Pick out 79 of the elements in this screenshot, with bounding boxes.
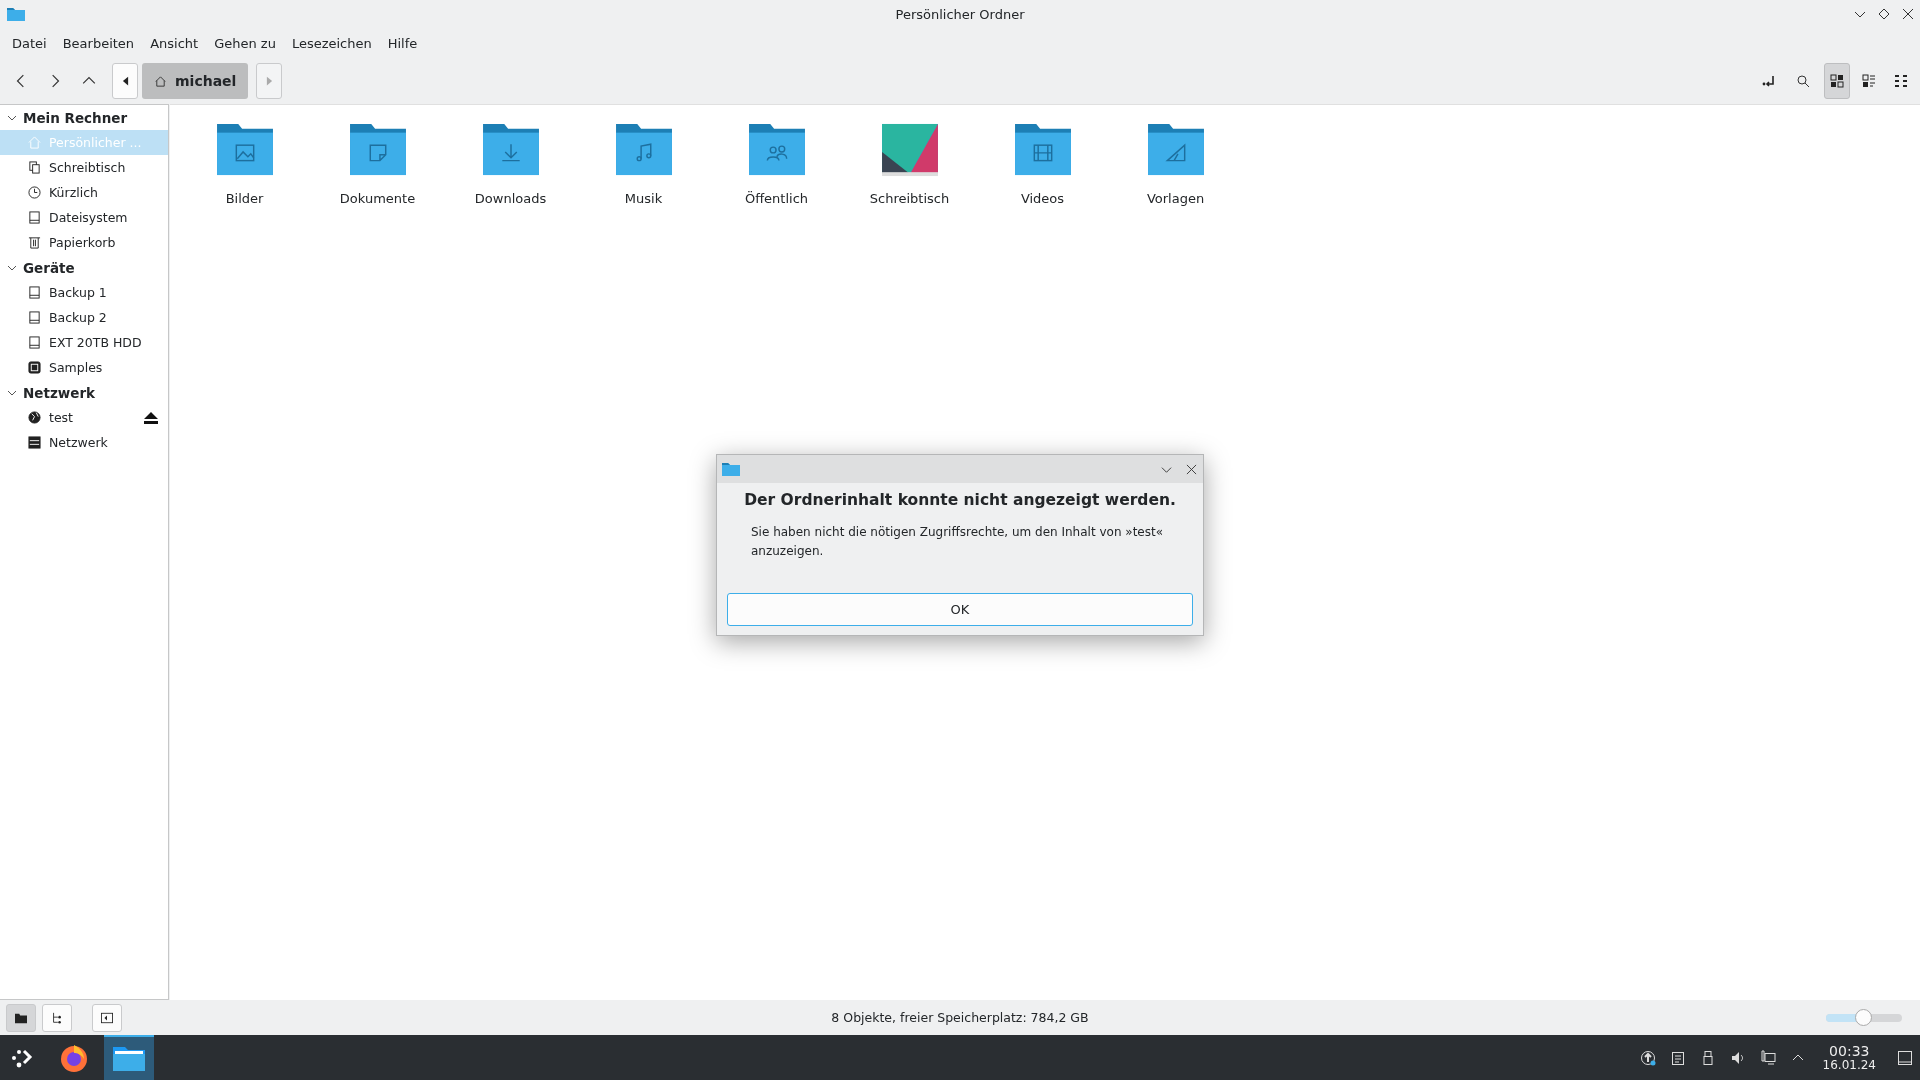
eject-icon[interactable] [144,411,158,424]
status-text: 8 Objekte, freier Speicherplatz: 784,2 GB [831,1010,1089,1025]
folder-item[interactable]: Vorlagen [1109,123,1242,206]
folder-icon [614,123,673,177]
menu-item[interactable]: Lesezeichen [283,35,380,51]
menu-item[interactable]: Datei [4,35,55,51]
folder-item[interactable]: Schreibtisch [843,123,976,206]
menu-item[interactable]: Hilfe [379,35,426,51]
sidebar-item[interactable]: Samples [0,355,168,380]
sidebar-item[interactable]: Backup 1 [0,280,168,305]
sidebar-item[interactable]: Netzwerk [0,430,168,455]
folder-icon [15,1011,27,1024]
sidebar-group-header[interactable]: Geräte [0,255,168,280]
dialog-heading: Der Ordnerinhalt konnte nicht angezeigt werden. [743,491,1177,509]
folder-icon [348,123,407,177]
sidebar-item[interactable]: Schreibtisch [0,155,168,180]
drive-icon [28,311,41,324]
sidebar-item[interactable]: Papierkorb [0,230,168,255]
breadcrumb-button[interactable]: michael [142,63,249,99]
home-icon [28,136,41,149]
server-icon [28,436,41,449]
sidebar-item[interactable]: Kürzlich [0,180,168,205]
icon-grid-icon [1830,74,1844,88]
sidebar-item[interactable]: Dateisystem [0,205,168,230]
folder-icon [215,123,274,177]
menu-item[interactable]: Ansicht [142,35,207,51]
folder-icon [481,123,540,177]
drive-icon [28,286,41,299]
copy-pages-icon [28,161,41,174]
show-desktop-icon[interactable] [1897,1049,1913,1066]
folder-item[interactable]: Öffentlich [710,123,843,206]
clock-icon [28,186,41,199]
sidebar-item[interactable]: test [0,405,168,430]
drive-icon [28,211,41,224]
folder-item[interactable]: Downloads [444,123,577,206]
window-title: Persönlicher Ordner [895,6,1025,22]
folder-item[interactable]: Dokumente [311,123,444,206]
home-icon [154,74,167,88]
network-icon[interactable] [1759,1049,1776,1066]
caret-left-icon [121,76,129,86]
menu-item[interactable]: Bearbeiten [54,35,143,51]
view-mode-button[interactable] [1824,63,1850,99]
panel-icon [101,1011,113,1024]
drive-icon [28,336,41,349]
globe-icon [28,411,41,424]
memory-card-icon [28,361,41,374]
caret-right-icon [265,76,273,86]
sidebar-item[interactable]: EXT 20TB HDD [0,330,168,355]
taskbar-app[interactable] [104,1035,154,1080]
clipboard-icon[interactable] [1669,1049,1686,1066]
menu-item[interactable]: Gehen zu [206,35,284,51]
close-icon[interactable] [1186,463,1197,475]
clock[interactable]: 00:33 16.01.24 [1822,1043,1876,1072]
folder-icon [1146,123,1205,177]
close-icon[interactable] [1902,8,1914,20]
trash-icon [28,236,41,249]
panel-toggle-button[interactable] [42,1003,72,1032]
panel-toggle-button[interactable] [6,1003,36,1032]
folder-icon [747,123,806,177]
update-icon[interactable] [1639,1049,1656,1066]
folder-icon [1013,123,1072,177]
tree-icon [51,1011,63,1024]
panel-toggle-button[interactable] [92,1003,122,1032]
sidebar-group-header[interactable]: Netzwerk [0,380,168,405]
folder-item[interactable]: Bilder [178,123,311,206]
breadcrumb-left-button[interactable] [112,63,138,99]
folder-item[interactable]: Videos [976,123,1109,206]
sidebar-group-header[interactable]: Mein Rechner [0,105,168,130]
folder-app-icon [6,6,26,22]
sidebar-item[interactable]: Backup 2 [0,305,168,330]
maximize-icon[interactable] [1878,8,1890,20]
wallpaper-folder-icon [880,123,939,177]
ok-button[interactable]: OK [727,593,1193,626]
details-list-icon [1894,74,1908,88]
compact-list-icon [1862,74,1876,88]
folder-app-icon [721,461,741,477]
slider-handle[interactable] [1855,1008,1872,1026]
dialog-message: Sie haben nicht die nötigen Zugriffsrechte, um den Inhalt von »test« anzuzeigen. [750,524,1165,560]
folder-item[interactable]: Musik [577,123,710,206]
